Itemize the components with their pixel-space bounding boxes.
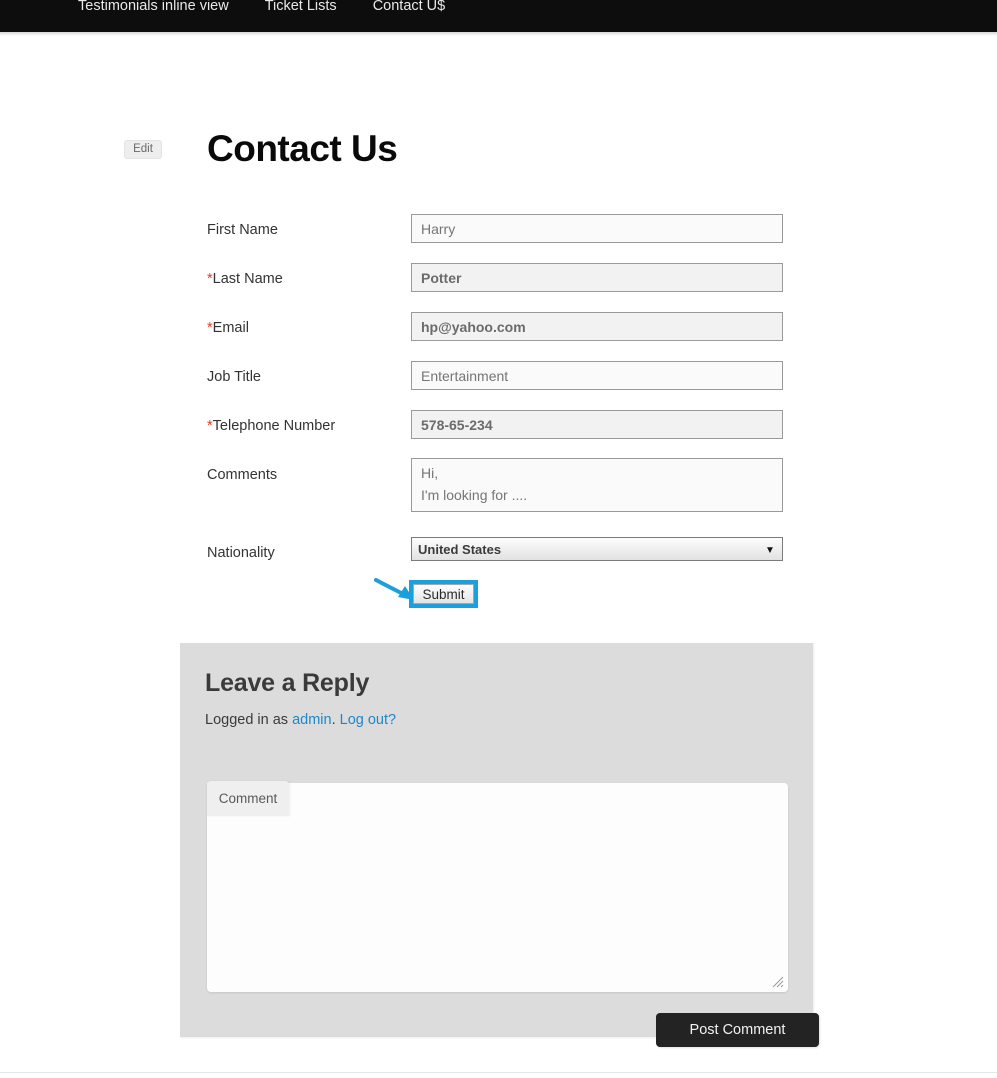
nav-shadow <box>0 32 997 36</box>
nav-item-contact-us[interactable]: Contact U$ <box>355 0 464 15</box>
leave-a-reply-title: Leave a Reply <box>205 669 370 697</box>
label-last-name: *Last Name <box>207 271 283 287</box>
edit-button[interactable]: Edit <box>124 140 162 159</box>
comment-textarea[interactable] <box>207 783 788 992</box>
page-bottom-divider <box>0 1072 997 1073</box>
submit-button[interactable]: Submit <box>413 584 474 604</box>
page-title: Contact Us <box>207 128 398 169</box>
email-input[interactable] <box>411 312 783 341</box>
admin-profile-link[interactable]: admin <box>292 712 332 728</box>
label-telephone-number: *Telephone Number <box>207 418 336 434</box>
job-title-input[interactable] <box>411 361 783 390</box>
comment-field-label: Comment <box>207 781 289 816</box>
last-name-input[interactable] <box>411 263 783 292</box>
logged-in-status: Logged in as admin. Log out? <box>205 712 396 728</box>
telephone-input[interactable] <box>411 410 783 439</box>
logged-in-prefix: Logged in as <box>205 712 293 728</box>
comments-textarea[interactable] <box>411 458 783 512</box>
log-out-link[interactable]: Log out? <box>340 712 396 728</box>
nationality-select[interactable]: United States <box>411 537 783 561</box>
label-job-title: Job Title <box>207 369 261 385</box>
label-comments: Comments <box>207 467 278 483</box>
nav-item-ticket-lists[interactable]: Ticket Lists <box>247 0 355 15</box>
post-comment-button[interactable]: Post Comment <box>656 1013 819 1047</box>
logged-in-separator: . <box>331 712 340 728</box>
nav-item-testimonials[interactable]: Testimonials inline view <box>60 0 247 15</box>
top-navigation-bar: Testimonials inline view Ticket Lists Co… <box>0 0 997 32</box>
label-first-name: First Name <box>207 222 278 238</box>
first-name-input[interactable] <box>411 214 783 243</box>
label-email: *Email <box>207 320 249 336</box>
label-nationality: Nationality <box>207 545 275 561</box>
